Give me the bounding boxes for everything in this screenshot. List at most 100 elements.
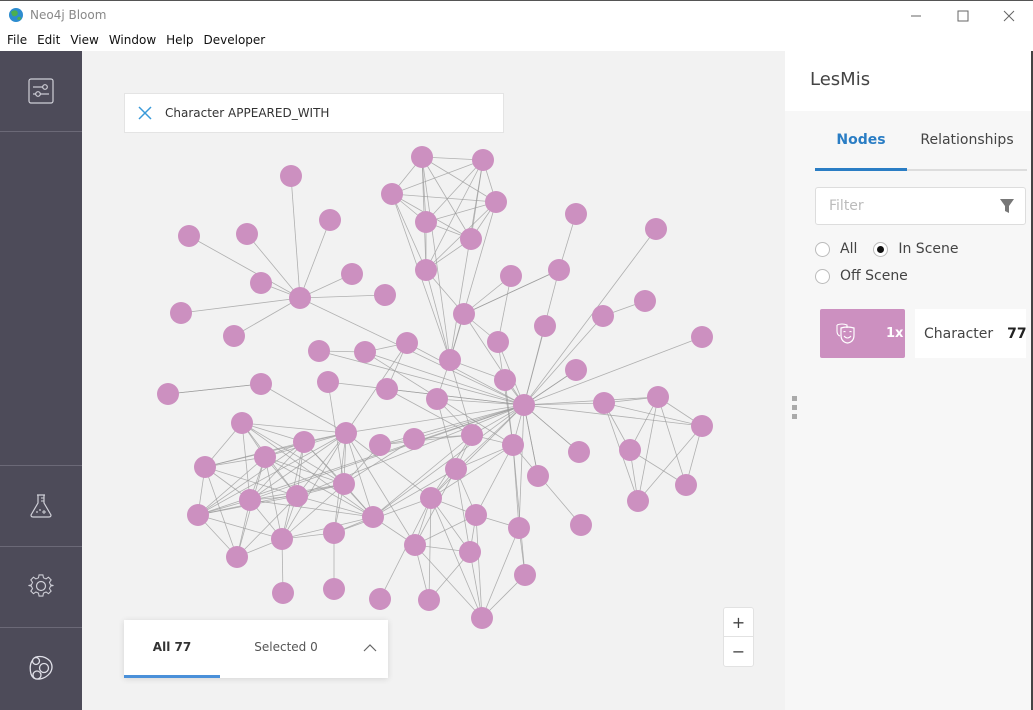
character-node[interactable] <box>374 284 396 306</box>
relationship-edge[interactable] <box>523 336 703 406</box>
character-node[interactable] <box>634 290 656 312</box>
character-node[interactable] <box>472 149 494 171</box>
character-node[interactable] <box>157 383 179 405</box>
character-node[interactable] <box>439 349 461 371</box>
relationship-edge[interactable] <box>523 396 659 406</box>
character-node[interactable] <box>565 359 587 381</box>
relationship-edge[interactable] <box>167 383 262 395</box>
character-node[interactable] <box>250 373 272 395</box>
relationship-edge[interactable] <box>299 294 386 299</box>
relationship-edge[interactable] <box>428 497 432 601</box>
character-node[interactable] <box>403 428 425 450</box>
filter-input[interactable] <box>816 188 996 224</box>
relationship-edge[interactable] <box>391 193 497 203</box>
character-node[interactable] <box>335 422 357 444</box>
character-node[interactable] <box>178 225 200 247</box>
character-node[interactable] <box>570 514 592 536</box>
menu-file[interactable]: File <box>7 30 27 51</box>
zoom-in-button[interactable]: + <box>724 608 753 637</box>
character-node[interactable] <box>323 578 345 600</box>
character-node[interactable] <box>534 315 556 337</box>
radio-off-scene-label[interactable]: Off Scene <box>840 268 908 284</box>
character-node[interactable] <box>471 607 493 629</box>
character-node[interactable] <box>514 564 536 586</box>
character-node[interactable] <box>415 211 437 233</box>
relationship-edge[interactable] <box>430 444 514 499</box>
character-node[interactable] <box>272 582 294 604</box>
character-node[interactable] <box>619 439 641 461</box>
character-node[interactable] <box>286 485 308 507</box>
character-node[interactable] <box>627 490 649 512</box>
tab-all-results[interactable]: All 77 <box>124 620 220 678</box>
character-node[interactable] <box>465 504 487 526</box>
menu-view[interactable]: View <box>70 30 98 51</box>
character-node[interactable] <box>341 263 363 285</box>
relationship-edge[interactable] <box>475 444 514 516</box>
character-node[interactable] <box>239 489 261 511</box>
relationship-edge[interactable] <box>512 444 526 576</box>
radio-all-label[interactable]: All <box>840 241 857 257</box>
graph-visualization[interactable] <box>82 51 785 710</box>
character-node[interactable] <box>675 474 697 496</box>
character-node[interactable] <box>487 331 509 353</box>
character-node[interactable] <box>289 287 311 309</box>
relationship-edge[interactable] <box>657 396 687 486</box>
relationship-edge[interactable] <box>518 404 525 529</box>
character-node[interactable] <box>236 223 258 245</box>
graph-canvas[interactable]: Character APPEARED_WITH All 77 Selected … <box>82 51 785 710</box>
character-node[interactable] <box>226 546 248 568</box>
character-node[interactable] <box>548 259 570 281</box>
zoom-out-button[interactable]: − <box>724 637 753 666</box>
character-node[interactable] <box>691 326 713 348</box>
relationship-edge[interactable] <box>379 434 473 446</box>
bloom-about-button[interactable] <box>0 628 82 708</box>
clear-search-button[interactable] <box>125 93 165 133</box>
maximize-button[interactable] <box>940 1 986 31</box>
character-node[interactable] <box>254 446 276 468</box>
radio-all[interactable] <box>815 241 830 257</box>
character-node[interactable] <box>369 588 391 610</box>
menu-developer[interactable]: Developer <box>204 30 266 51</box>
character-node[interactable] <box>453 303 475 325</box>
character-node[interactable] <box>593 392 615 414</box>
character-node[interactable] <box>376 378 398 400</box>
relationship-edge[interactable] <box>318 350 525 406</box>
character-node[interactable] <box>691 415 713 437</box>
character-node[interactable] <box>420 487 442 509</box>
relationship-edge[interactable] <box>197 514 283 540</box>
character-node[interactable] <box>280 165 302 187</box>
relationship-edge[interactable] <box>327 381 525 406</box>
radio-off-scene[interactable] <box>815 268 830 284</box>
panel-resize-handle[interactable] <box>792 396 798 420</box>
relationship-edge[interactable] <box>296 495 374 518</box>
character-node[interactable] <box>308 340 330 362</box>
character-node[interactable] <box>293 431 315 453</box>
relationship-edge[interactable] <box>249 499 374 518</box>
character-node[interactable] <box>319 209 341 231</box>
character-node[interactable] <box>485 191 507 213</box>
relationship-edge[interactable] <box>264 456 345 485</box>
perspective-button[interactable] <box>0 51 82 131</box>
character-node[interactable] <box>194 456 216 478</box>
radio-in-scene[interactable] <box>873 241 889 257</box>
character-node[interactable] <box>460 228 482 250</box>
menu-help[interactable]: Help <box>166 30 193 51</box>
character-node[interactable] <box>502 434 524 456</box>
character-node[interactable] <box>369 434 391 456</box>
character-node[interactable] <box>354 341 376 363</box>
character-node[interactable] <box>494 369 516 391</box>
relationship-edge[interactable] <box>233 297 301 337</box>
character-node[interactable] <box>426 388 448 410</box>
character-node[interactable] <box>250 272 272 294</box>
character-node[interactable] <box>362 506 384 528</box>
character-node[interactable] <box>508 517 530 539</box>
search-phrase-bar[interactable]: Character APPEARED_WITH <box>124 93 504 133</box>
character-node[interactable] <box>271 528 293 550</box>
character-node[interactable] <box>527 465 549 487</box>
radio-in-scene-label[interactable]: In Scene <box>898 241 958 257</box>
character-node[interactable] <box>333 473 355 495</box>
search-phrase-text[interactable]: Character APPEARED_WITH <box>165 106 329 120</box>
expand-results-button[interactable] <box>360 638 380 658</box>
character-node[interactable] <box>647 386 669 408</box>
character-node[interactable] <box>411 146 433 168</box>
